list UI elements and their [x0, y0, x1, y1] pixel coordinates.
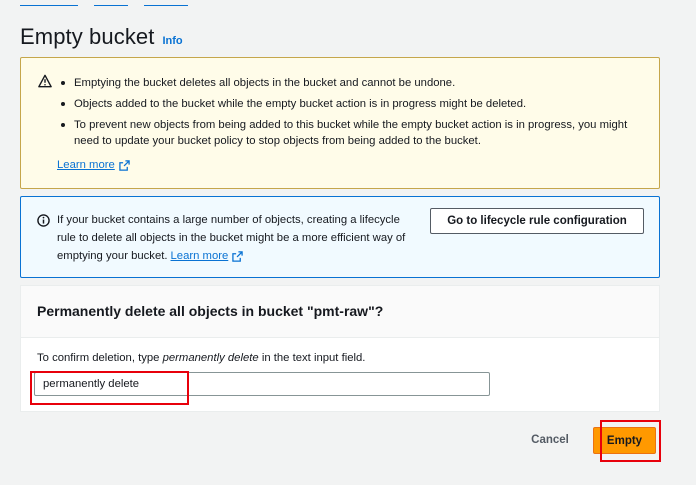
warning-item: To prevent new objects from being added … [57, 117, 647, 149]
confirm-instruction: To confirm deletion, type permanently de… [37, 352, 365, 364]
instruction-phrase: permanently delete [162, 352, 259, 364]
lifecycle-rule-button[interactable]: Go to lifecycle rule configuration [430, 208, 644, 234]
external-link-icon [119, 159, 130, 171]
learn-more-label: Learn more [170, 250, 229, 262]
info-link[interactable]: Info [162, 35, 182, 47]
warning-list: Emptying the bucket deletes all objects … [57, 75, 647, 154]
warning-learn-more-link[interactable]: Learn more [57, 159, 130, 171]
info-learn-more-link[interactable]: Learn more [171, 247, 244, 265]
warning-alert: Emptying the bucket deletes all objects … [20, 57, 660, 189]
empty-button[interactable]: Empty [593, 427, 656, 454]
warning-item: Objects added to the bucket while the em… [57, 96, 647, 112]
warning-item: Emptying the bucket deletes all objects … [57, 75, 647, 91]
cancel-button[interactable]: Cancel [522, 426, 578, 454]
breadcrumb-link[interactable] [94, 0, 128, 6]
learn-more-label: Learn more [57, 159, 115, 171]
external-link-icon [232, 250, 244, 262]
page-header: Empty bucket Info [20, 24, 183, 50]
instruction-prefix: To confirm deletion, type [37, 352, 163, 364]
confirm-input[interactable] [34, 372, 490, 396]
info-alert: If your bucket contains a large number o… [20, 196, 660, 278]
page-title: Empty bucket [20, 24, 155, 49]
confirm-heading: Permanently delete all objects in bucket… [37, 303, 384, 319]
warning-icon [38, 74, 52, 88]
confirm-panel-header: Permanently delete all objects in bucket… [21, 286, 659, 338]
instruction-suffix: in the text input field. [258, 352, 366, 364]
breadcrumb-link[interactable] [20, 0, 78, 6]
info-icon [37, 214, 50, 227]
breadcrumb-link[interactable] [144, 0, 188, 6]
breadcrumb [20, 0, 320, 6]
confirm-panel: Permanently delete all objects in bucket… [20, 285, 660, 412]
info-text: If your bucket contains a large number o… [57, 211, 417, 265]
